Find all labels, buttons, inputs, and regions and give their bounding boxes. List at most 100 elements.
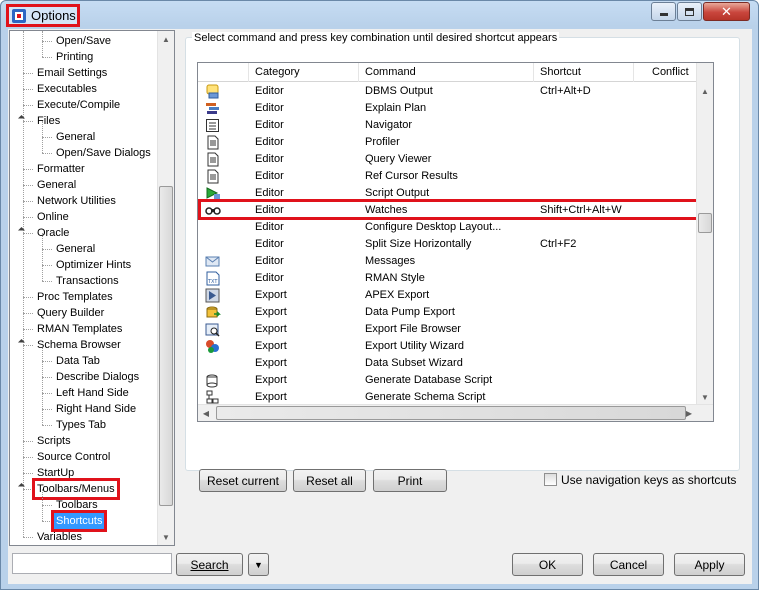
tree-item[interactable]: Shortcuts [50, 510, 108, 532]
tree-item[interactable]: Proc Templates [35, 289, 115, 305]
tree-item[interactable]: Schema Browser [35, 337, 123, 353]
table-row[interactable]: Editor Split Size Horizontally Ctrl+F2 [198, 236, 698, 253]
minimize-icon [659, 13, 668, 16]
tree-item[interactable]: Online [35, 209, 71, 225]
cell-category: Editor [255, 85, 284, 97]
tree-item[interactable]: Data Tab [54, 353, 102, 369]
search-button[interactable]: Search [176, 553, 243, 576]
grid-hscrollbar[interactable]: ◀ ▶ [198, 404, 713, 421]
shortcuts-group: Select command and press key combination… [185, 32, 740, 492]
reset-all-button[interactable]: Reset all [293, 469, 366, 492]
cell-command: Data Subset Wizard [365, 357, 463, 369]
header-category[interactable]: Category [249, 63, 359, 82]
tree-item[interactable]: Oracle [35, 225, 71, 241]
tree-scrollbar[interactable]: ▲ ▼ [157, 31, 174, 545]
scroll-up-icon[interactable]: ▲ [697, 83, 713, 99]
tree-item[interactable]: Types Tab [54, 417, 108, 433]
cell-command: APEX Export [365, 289, 430, 301]
tree-item[interactable]: Open/Save Dialogs [54, 145, 153, 161]
table-row[interactable]: Editor Profiler [198, 134, 698, 151]
tree-item[interactable]: Query Builder [35, 305, 106, 321]
tree-item[interactable]: Toolbars/Menus [32, 478, 120, 500]
table-row[interactable]: Editor DBMS Output Ctrl+Alt+D [198, 83, 698, 100]
grid-vscrollbar[interactable]: ▲ ▼ [696, 63, 713, 405]
tree-item[interactable]: Describe Dialogs [54, 369, 141, 385]
row-highlight [198, 199, 708, 220]
table-row[interactable]: Editor Query Viewer [198, 151, 698, 168]
table-row[interactable]: Editor Ref Cursor Results [198, 168, 698, 185]
grid-hscroll-thumb[interactable] [216, 406, 686, 420]
table-row[interactable]: Editor Explain Plan [198, 100, 698, 117]
group-caption: Select command and press key combination… [192, 32, 560, 44]
scroll-up-icon[interactable]: ▲ [158, 31, 174, 47]
table-row[interactable]: Editor Messages [198, 253, 698, 270]
table-row[interactable]: Editor Navigator [198, 117, 698, 134]
tree-item[interactable]: Toolbars [54, 497, 100, 513]
tree-item[interactable]: Scripts [35, 433, 73, 449]
table-row[interactable]: Export Export Utility Wizard [198, 338, 698, 355]
tree-item[interactable]: Left Hand Side [54, 385, 131, 401]
close-icon: ✕ [721, 3, 732, 19]
tree-connector [42, 425, 52, 426]
cell-category: Editor [255, 272, 284, 284]
scroll-left-icon[interactable]: ◀ [198, 405, 214, 421]
tree-item[interactable]: General [54, 241, 97, 257]
scroll-right-icon[interactable]: ▶ [681, 405, 697, 421]
table-row[interactable]: Export Generate Database Script [198, 372, 698, 389]
tree-item[interactable]: General [54, 129, 97, 145]
maximize-button[interactable] [677, 2, 702, 21]
tree-scroll-thumb[interactable] [159, 186, 173, 506]
tree-item[interactable]: StartUp [35, 465, 76, 481]
tree-connector [23, 105, 33, 106]
close-button[interactable]: ✕ [703, 2, 750, 21]
tree-item[interactable]: Variables [35, 529, 84, 545]
table-row[interactable]: Editor Configure Desktop Layout... [198, 219, 698, 236]
tree-item[interactable]: Files [35, 113, 62, 129]
tree-connector [23, 217, 33, 218]
tree-guide-line [42, 265, 43, 281]
tree-item[interactable]: Email Settings [35, 65, 109, 81]
tree-item[interactable]: RMAN Templates [35, 321, 124, 337]
tree-item[interactable]: Network Utilities [35, 193, 118, 209]
options-window: Options ✕ Open/Save Printing Email Setting… [0, 0, 759, 590]
gen-db-script-icon [206, 374, 218, 388]
tree-connector [23, 313, 33, 314]
table-row[interactable]: Export Data Pump Export [198, 304, 698, 321]
tree-item[interactable]: Optimizer Hints [54, 257, 133, 273]
minimize-button[interactable] [651, 2, 676, 21]
tree-guide-line [42, 505, 43, 521]
nav-keys-checkbox[interactable] [544, 473, 557, 486]
tree-item[interactable]: Transactions [54, 273, 121, 289]
tree-item[interactable]: Right Hand Side [54, 401, 138, 417]
cell-command: Ref Cursor Results [365, 170, 458, 182]
tree-item[interactable]: Source Control [35, 449, 112, 465]
scroll-down-icon[interactable]: ▼ [158, 529, 174, 545]
reset-current-button[interactable]: Reset current [199, 469, 287, 492]
table-row[interactable]: Export Export File Browser [198, 321, 698, 338]
grid-vscroll-thumb[interactable] [698, 213, 712, 233]
ok-button[interactable]: OK [512, 553, 583, 576]
svg-text:TXT: TXT [207, 279, 218, 285]
tree-item[interactable]: Executables [35, 81, 99, 97]
search-dropdown-button[interactable]: ▼ [248, 553, 269, 576]
cell-category: Editor [255, 221, 284, 233]
apply-button[interactable]: Apply [674, 553, 745, 576]
cell-command: Split Size Horizontally [365, 238, 472, 250]
tree-item[interactable]: Open/Save [54, 33, 113, 49]
tree-item[interactable]: General [35, 177, 78, 193]
table-row[interactable]: Export Data Subset Wizard [198, 355, 698, 372]
header-shortcut[interactable]: Shortcut [534, 63, 634, 82]
tree-item[interactable]: Formatter [35, 161, 87, 177]
print-button[interactable]: Print [373, 469, 447, 492]
table-row[interactable]: Export APEX Export [198, 287, 698, 304]
search-input[interactable] [12, 553, 172, 574]
header-conflict[interactable]: Conflict [634, 63, 698, 82]
tree-item[interactable]: Execute/Compile [35, 97, 122, 113]
cell-shortcut [534, 151, 540, 168]
cancel-button[interactable]: Cancel [593, 553, 664, 576]
tree-item[interactable]: Printing [54, 49, 95, 65]
table-row[interactable]: TXT Editor RMAN Style [198, 270, 698, 287]
messages-icon [205, 256, 220, 267]
scroll-down-icon[interactable]: ▼ [697, 389, 713, 405]
header-command[interactable]: Command [359, 63, 534, 82]
